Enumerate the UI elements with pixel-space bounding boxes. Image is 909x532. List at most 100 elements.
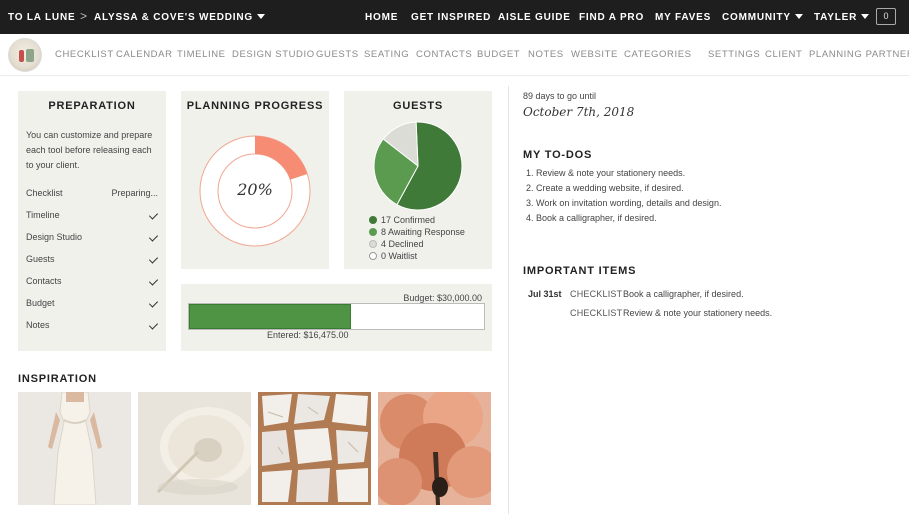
nav-home[interactable]: HOME <box>365 12 398 23</box>
top-navigation-bar: TO LA LUNE > ALYSSA & COVE'S WEDDING HOM… <box>0 0 909 34</box>
wedding-selector[interactable]: ALYSSA & COVE'S WEDDING <box>94 12 265 23</box>
pampas-bowl-image[interactable] <box>138 392 251 505</box>
marble-gold-image[interactable] <box>258 392 371 505</box>
preparation-title: PREPARATION <box>48 100 136 112</box>
tab-checklist[interactable]: CHECKLIST <box>55 49 114 60</box>
important-item-category: CHECKLIST <box>570 308 623 318</box>
tab-calendar[interactable]: CALENDAR <box>116 49 173 60</box>
budget-progress-bar <box>188 303 485 330</box>
legend-label: 4 Declined <box>381 239 424 249</box>
progress-percent-label: 20% <box>237 180 273 199</box>
cart-icon[interactable]: 0 <box>876 8 896 25</box>
white-dress-art <box>18 392 131 505</box>
prep-row-label: Contacts <box>26 276 62 286</box>
important-item-category: CHECKLIST <box>570 289 623 299</box>
important-items-title: IMPORTANT ITEMS <box>523 265 637 277</box>
prep-row-label: Design Studio <box>26 232 83 242</box>
prep-row-label: Notes <box>26 320 50 330</box>
chevron-down-icon <box>794 14 803 19</box>
wedding-selector-label: ALYSSA & COVE'S WEDDING <box>94 12 253 23</box>
nav-my-faves[interactable]: MY FAVES <box>655 12 711 23</box>
countdown-text: 89 days to go until <box>523 91 597 101</box>
tab-timeline[interactable]: TIMELINE <box>177 49 226 60</box>
nav-get-inspired[interactable]: GET INSPIRED <box>411 12 491 23</box>
marble-gold-art <box>258 392 371 505</box>
legend-label: 8 Awaiting Response <box>381 227 465 237</box>
prep-row-timeline[interactable]: Timeline <box>26 210 159 220</box>
todos-title: MY TO-DOS <box>523 149 593 161</box>
prep-row-checklist[interactable]: Checklist Preparing... <box>26 188 158 198</box>
checkmark-icon <box>148 276 159 286</box>
tab-settings[interactable]: SETTINGS <box>708 49 760 60</box>
todo-item[interactable]: 3. Work on invitation wording, details a… <box>526 198 721 208</box>
tab-seating[interactable]: SEATING <box>364 49 409 60</box>
legend-label: 0 Waitlist <box>381 251 418 261</box>
tab-contacts[interactable]: CONTACTS <box>416 49 472 60</box>
legend-declined: 4 Declined <box>369 239 424 249</box>
budget-total-label: Budget: $30,000.00 <box>403 293 482 303</box>
nav-community[interactable]: COMMUNITY <box>722 12 803 23</box>
tab-notes[interactable]: NOTES <box>528 49 564 60</box>
legend-waitlist: 0 Waitlist <box>369 251 417 261</box>
brand-link[interactable]: TO LA LUNE <box>8 12 75 23</box>
prep-row-status: Preparing... <box>111 188 158 198</box>
tab-website[interactable]: WEBSITE <box>571 49 618 60</box>
tool-navigation-bar: CHECKLIST CALENDAR TIMELINE DESIGN STUDI… <box>0 34 909 76</box>
tab-categories[interactable]: CATEGORIES <box>624 49 692 60</box>
checkmark-icon <box>148 320 159 330</box>
white-dress-image[interactable] <box>18 392 131 505</box>
waitlist-dot-icon <box>369 252 377 260</box>
tab-budget[interactable]: BUDGET <box>477 49 520 60</box>
peach-flower-art <box>378 392 491 505</box>
preparation-card: PREPARATION You can customize and prepar… <box>18 91 166 351</box>
prep-row-label: Guests <box>26 254 55 264</box>
awaiting-dot-icon <box>369 228 377 236</box>
guests-pie-chart <box>373 121 463 211</box>
checkmark-icon <box>148 232 159 242</box>
tab-guests[interactable]: GUESTS <box>316 49 359 60</box>
avatar[interactable] <box>8 38 42 72</box>
tab-design-studio[interactable]: DESIGN STUDIO <box>232 49 315 60</box>
legend-confirmed: 17 Confirmed <box>369 215 435 225</box>
important-item-date: Jul 31st <box>528 289 562 299</box>
nav-find-a-pro[interactable]: FIND A PRO <box>579 12 644 23</box>
checkmark-icon <box>148 254 159 264</box>
planning-progress-card[interactable]: PLANNING PROGRESS 20% <box>181 91 329 269</box>
guests-card[interactable]: GUESTS 17 Confirmed 8 Awaiting Response … <box>344 91 492 269</box>
todo-item[interactable]: 1. Review & note your stationery needs. <box>526 168 685 178</box>
prep-row-notes[interactable]: Notes <box>26 320 159 330</box>
nav-user-label: TAYLER <box>814 12 858 23</box>
prep-row-contacts[interactable]: Contacts <box>26 276 159 286</box>
legend-label: 17 Confirmed <box>381 215 436 225</box>
prep-row-budget[interactable]: Budget <box>26 298 159 308</box>
planning-progress-title: PLANNING PROGRESS <box>186 100 324 112</box>
checkmark-icon <box>148 210 159 220</box>
peach-flower-image[interactable] <box>378 392 491 505</box>
pampas-bowl-art <box>138 392 251 505</box>
guests-title: GUESTS <box>392 100 444 112</box>
legend-awaiting: 8 Awaiting Response <box>369 227 465 237</box>
declined-dot-icon <box>369 240 377 248</box>
todo-item[interactable]: 4. Book a calligrapher, if desired. <box>526 213 657 223</box>
prep-row-label: Checklist <box>26 188 63 198</box>
tab-planning-partners[interactable]: PLANNING PARTNERS <box>809 49 909 60</box>
wedding-date: October 7th, 2018 <box>523 105 635 119</box>
preparation-description: You can customize and prepare each tool … <box>26 130 153 170</box>
important-item-text: Review & note your stationery needs. <box>623 308 773 318</box>
nav-aisle-guide[interactable]: AISLE GUIDE <box>498 12 571 23</box>
checkmark-icon <box>148 298 159 308</box>
budget-card[interactable]: Budget: $30,000.00 Entered: $16,475.00 <box>181 284 492 351</box>
todo-item[interactable]: 2. Create a wedding website, if desired. <box>526 183 684 193</box>
budget-entered-label: Entered: $16,475.00 <box>267 330 349 340</box>
column-divider <box>508 86 509 514</box>
budget-progress-fill <box>189 304 351 329</box>
chevron-down-icon <box>861 14 870 19</box>
prep-row-label: Budget <box>26 298 55 308</box>
nav-community-label: COMMUNITY <box>722 12 791 23</box>
important-item-text: Book a calligrapher, if desired. <box>623 289 744 299</box>
tab-client[interactable]: CLIENT <box>765 49 802 60</box>
nav-user-menu[interactable]: TAYLER <box>814 12 870 23</box>
prep-row-guests[interactable]: Guests <box>26 254 159 264</box>
prep-row-design-studio[interactable]: Design Studio <box>26 232 159 242</box>
prep-row-label: Timeline <box>26 210 60 220</box>
